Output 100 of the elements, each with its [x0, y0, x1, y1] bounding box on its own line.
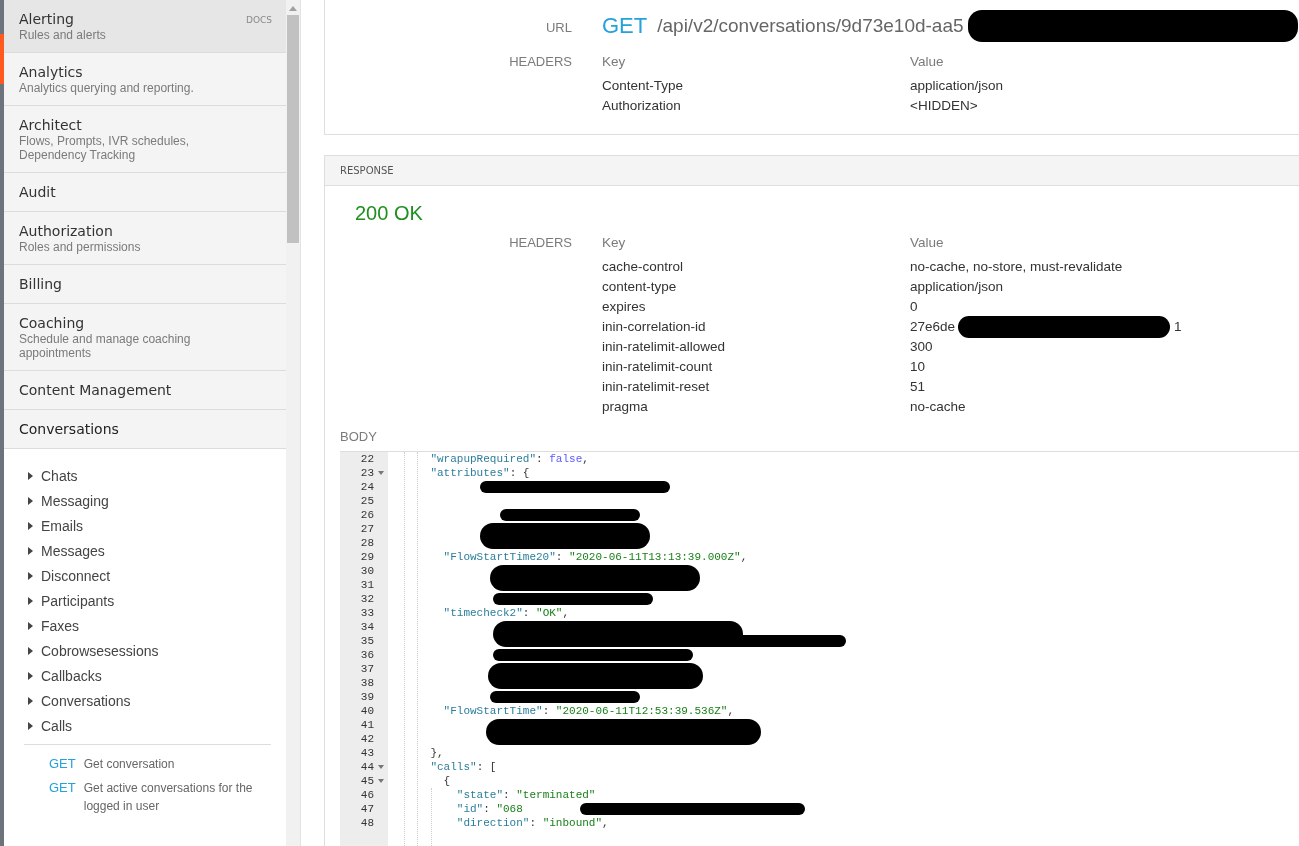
header-value: <HIDDEN>: [910, 97, 978, 115]
scrollbar-thumb[interactable]: [287, 15, 299, 243]
line-number: 33: [360, 607, 374, 619]
sidebar-item[interactable]: Audit: [4, 173, 286, 212]
sidebar-item[interactable]: Coaching Schedule and manage coaching appointments: [4, 304, 286, 371]
line-number: 24: [360, 481, 374, 493]
fold-icon[interactable]: [378, 471, 384, 475]
header-value: 0: [910, 298, 918, 316]
header-key: pragma: [602, 397, 910, 417]
tree-item[interactable]: Emails: [24, 513, 271, 538]
code-line: "wrapupRequired": false,: [429, 453, 589, 465]
tree-item[interactable]: Disconnect: [24, 563, 271, 588]
sidebar-item[interactable]: Conversations: [4, 410, 286, 449]
line-number: 27: [360, 523, 374, 535]
endpoint-link[interactable]: GET Get active conversations for the logged in user: [24, 779, 271, 815]
sidebar-item[interactable]: Authorization Roles and permissions: [4, 212, 286, 265]
status-text: 200 OK: [354, 201, 424, 226]
tree-item[interactable]: Messages: [24, 538, 271, 563]
header-value: application/json: [910, 77, 1004, 95]
tree-item[interactable]: Messaging: [24, 488, 271, 513]
line-number: 38: [360, 677, 374, 689]
caret-icon: [28, 621, 33, 630]
tree-item[interactable]: Chats: [24, 463, 271, 488]
column-header: Value: [910, 53, 944, 71]
tree-item[interactable]: Calls: [24, 713, 271, 738]
header-key: Authorization: [602, 96, 910, 116]
header-key: cache-control: [602, 257, 910, 277]
section-header: RESPONSE: [325, 156, 1299, 186]
caret-icon: [28, 471, 33, 480]
line-number: 30: [360, 565, 374, 577]
line-number: 45: [360, 775, 374, 787]
header-key: content-type: [602, 277, 910, 297]
code-line: "calls": [: [429, 761, 497, 773]
line-number: 35: [360, 635, 374, 647]
caret-icon: [28, 521, 33, 530]
column-header: Key: [602, 234, 627, 252]
sidebar-item[interactable]: Architect Flows, Prompts, IVR schedules, Dependency Tracking: [4, 106, 286, 173]
header-value: no-cache: [910, 398, 966, 416]
code-line: "id": "068: [455, 803, 523, 815]
column-header: Value: [910, 234, 944, 252]
caret-icon: [28, 671, 33, 680]
header-key: inin-correlation-id: [602, 317, 910, 337]
endpoint-link[interactable]: GET Get conversation: [24, 755, 271, 773]
caret-icon: [28, 646, 33, 655]
header-value: 1: [1174, 318, 1182, 336]
line-number: 39: [360, 691, 374, 703]
scrollbar[interactable]: [286, 0, 300, 846]
header-value: 300: [910, 338, 933, 356]
scroll-up-icon[interactable]: [289, 6, 297, 11]
tree-item[interactable]: Cobrowsesessions: [24, 638, 271, 663]
caret-icon: [28, 546, 33, 555]
sidebar-item[interactable]: Billing: [4, 265, 286, 304]
line-number: 47: [360, 803, 374, 815]
line-number: 26: [360, 509, 374, 521]
code-line: {: [442, 775, 451, 787]
sidebar-item[interactable]: Content Management: [4, 371, 286, 410]
sidebar-item[interactable]: Analytics Analytics querying and reporting.: [4, 53, 286, 106]
code-line: "state": "terminated": [455, 789, 596, 801]
fold-icon[interactable]: [378, 765, 384, 769]
header-value: no-cache, no-store, must-revalidate: [910, 258, 1123, 276]
header-key: inin-ratelimit-count: [602, 357, 910, 377]
header-value: 10: [910, 358, 926, 376]
caret-icon: [28, 496, 33, 505]
line-number: 28: [360, 537, 374, 549]
body-label: BODY: [339, 428, 378, 446]
tree-item[interactable]: Conversations: [24, 688, 271, 713]
line-number: 23: [360, 467, 374, 479]
line-number: 48: [360, 817, 374, 829]
line-number: 42: [360, 733, 374, 745]
header-key: inin-ratelimit-allowed: [602, 337, 910, 357]
line-number: 29: [360, 551, 374, 563]
line-number: 25: [360, 495, 374, 507]
line-number: 37: [360, 663, 374, 675]
tree-item[interactable]: Participants: [24, 588, 271, 613]
code-line: "direction": "inbound",: [455, 817, 609, 829]
tree-item[interactable]: Faxes: [24, 613, 271, 638]
url-label: URL: [545, 18, 572, 35]
headers-label: HEADERS: [508, 234, 572, 252]
line-number: 43: [360, 747, 374, 759]
code-line: },: [429, 747, 444, 759]
code-editor[interactable]: [340, 451, 1299, 846]
line-number: 36: [360, 649, 374, 661]
line-number: 32: [360, 593, 374, 605]
line-number: 46: [360, 789, 374, 801]
sidebar-item[interactable]: Alerting Rules and alerts DOCS: [4, 0, 286, 53]
column-header: Key: [602, 53, 627, 71]
code-line: "attributes": {: [429, 467, 530, 479]
fold-icon[interactable]: [378, 779, 384, 783]
caret-icon: [28, 596, 33, 605]
line-number: 41: [360, 719, 374, 731]
request-url: /api/v2/conversations/9d73e10d-aa5: [657, 15, 964, 37]
code-line: "FlowStartTime": "2020-06-11T12:53:39.536Z",: [442, 705, 735, 717]
tree-item[interactable]: Callbacks: [24, 663, 271, 688]
caret-icon: [28, 571, 33, 580]
line-number: 44: [360, 761, 374, 773]
line-number: 34: [360, 621, 374, 633]
header-value: 27e6de: [910, 318, 956, 336]
header-value: 51: [910, 378, 926, 396]
http-method: GET: [602, 13, 648, 39]
headers-label: HEADERS: [508, 53, 572, 71]
